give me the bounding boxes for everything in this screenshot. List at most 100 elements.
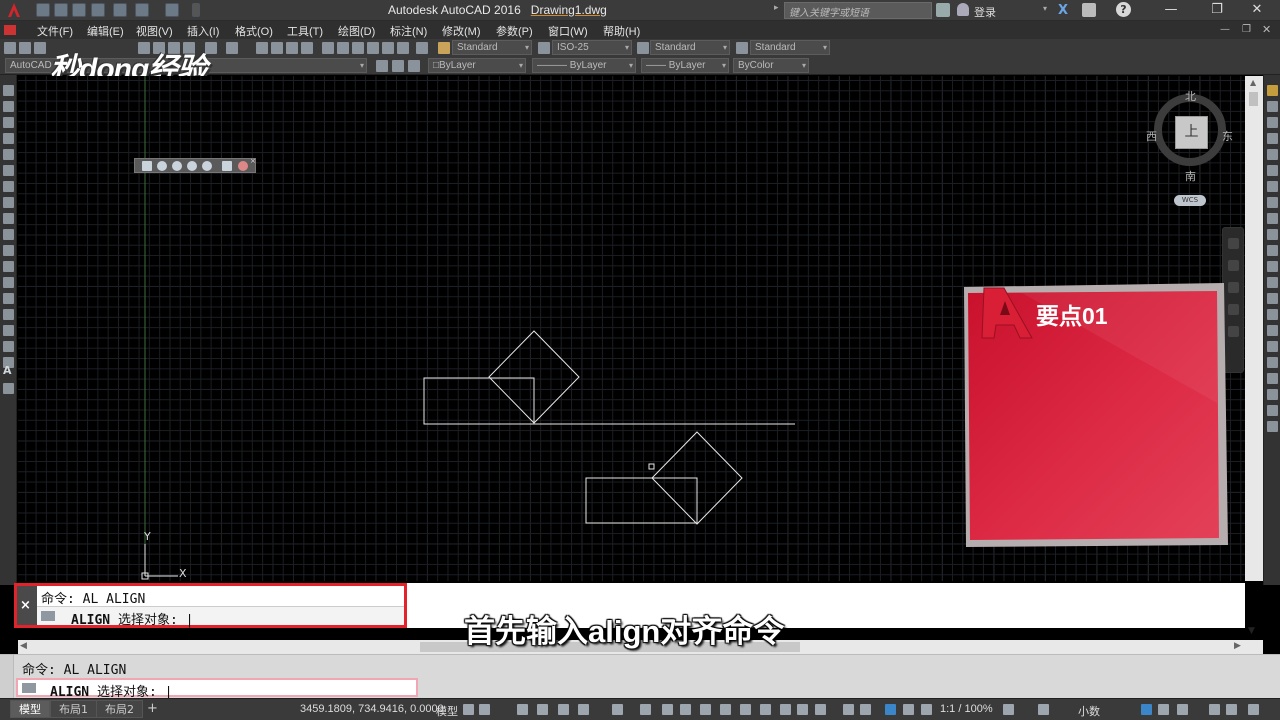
model-space-toggle[interactable]: 模型: [436, 703, 458, 719]
object-snap-icon[interactable]: [640, 704, 651, 715]
hardware-acceleration-icon[interactable]: [1158, 704, 1169, 715]
revision-cloud-icon[interactable]: [3, 197, 14, 208]
scroll-right-arrow-icon[interactable]: ▶: [1234, 641, 1241, 651]
tab-model[interactable]: 模型: [10, 700, 50, 718]
layer-state-icon[interactable]: [408, 60, 420, 72]
new-icon[interactable]: [4, 42, 16, 54]
units-value[interactable]: 小数: [1078, 703, 1100, 719]
selection-filter-icon[interactable]: [760, 704, 771, 715]
menu-window[interactable]: 窗口(W): [548, 23, 588, 39]
search-arrow-icon[interactable]: ▸: [774, 3, 782, 17]
multileader-style-select[interactable]: Standard ▾: [750, 40, 830, 55]
polar-icon[interactable]: [558, 704, 569, 715]
fillet-icon[interactable]: [1267, 325, 1278, 336]
command-input-row[interactable]: ALIGN 选择对象: |: [37, 606, 404, 628]
erase-icon[interactable]: [1267, 85, 1278, 96]
steering-wheel-icon[interactable]: [1228, 238, 1239, 249]
move-icon[interactable]: [1267, 165, 1278, 176]
scroll-down-arrow-icon[interactable]: ▼: [1248, 626, 1255, 636]
close-button[interactable]: ✕: [1234, 0, 1280, 21]
dim-style-icon[interactable]: [538, 42, 550, 54]
design-center-icon[interactable]: [337, 42, 349, 54]
command-customize-icon[interactable]: [22, 683, 36, 693]
orbit-icon[interactable]: [1228, 304, 1239, 315]
command-prompt[interactable]: ALIGN 选择对象: |: [71, 609, 193, 628]
help-icon[interactable]: ?: [1116, 2, 1131, 17]
save-icon[interactable]: [34, 42, 46, 54]
scroll-left-arrow-icon[interactable]: ◀: [20, 641, 27, 651]
doc-restore-button[interactable]: ❐: [1242, 24, 1251, 35]
free-orbit-icon[interactable]: [202, 161, 212, 171]
document-icon[interactable]: [4, 25, 16, 35]
compass-west[interactable]: 西: [1146, 128, 1157, 144]
menu-edit[interactable]: 编辑(E): [87, 23, 124, 39]
undo-icon[interactable]: [205, 42, 217, 54]
multileader-style-icon[interactable]: [736, 42, 748, 54]
menu-help[interactable]: 帮助(H): [603, 23, 640, 39]
edit-spline-icon[interactable]: [1267, 421, 1278, 432]
dim-style-select[interactable]: ISO-25 ▾: [552, 40, 632, 55]
auto-scale-icon[interactable]: [815, 704, 826, 715]
chamfer-icon[interactable]: [1267, 309, 1278, 320]
scroll-up-arrow-icon[interactable]: ▲: [1250, 78, 1256, 87]
3d-osnap-icon[interactable]: [720, 704, 731, 715]
undo-icon[interactable]: [135, 3, 149, 17]
stretch-icon[interactable]: [1267, 213, 1278, 224]
viewcube[interactable]: 北 西 东 南 上 WCS: [1140, 82, 1240, 212]
command-window-grip[interactable]: ×: [17, 586, 37, 625]
linetype-select[interactable]: ——— ByLayer ▾: [532, 58, 636, 73]
isolate-objects-icon[interactable]: [1141, 704, 1152, 715]
menu-format[interactable]: 格式(O): [235, 23, 273, 39]
zoom-extents-icon[interactable]: [1228, 282, 1239, 293]
scale-icon[interactable]: [1267, 197, 1278, 208]
circle-icon[interactable]: [3, 181, 14, 192]
binoculars-icon[interactable]: [936, 3, 950, 17]
units-icon[interactable]: [903, 704, 914, 715]
sphere-icon[interactable]: [157, 161, 167, 171]
table-style-icon[interactable]: [637, 42, 649, 54]
tool-palettes-icon[interactable]: [352, 42, 364, 54]
quick-access-dropdown-icon[interactable]: [192, 3, 200, 17]
menu-file[interactable]: 文件(F): [37, 23, 73, 39]
a360-icon[interactable]: [1082, 3, 1096, 17]
redo-icon[interactable]: [226, 42, 238, 54]
settings-gear-icon[interactable]: [1003, 704, 1014, 715]
ortho-icon[interactable]: [537, 704, 548, 715]
quick-properties-icon[interactable]: [921, 704, 932, 715]
annotation-monitor-icon[interactable]: [885, 704, 896, 715]
redo-icon[interactable]: [165, 3, 179, 17]
close-icon[interactable]: ×: [250, 157, 256, 165]
wcs-menu[interactable]: WCS: [1174, 195, 1206, 206]
clean-screen-icon[interactable]: [1177, 704, 1188, 715]
zoom-realtime-icon[interactable]: [271, 42, 283, 54]
doc-close-button[interactable]: ✕: [1262, 23, 1271, 36]
lineweight-icon[interactable]: [662, 704, 673, 715]
coordinate-readout[interactable]: 3459.1809, 734.9416, 0.0000: [300, 703, 444, 715]
render-icon[interactable]: [238, 161, 248, 171]
text-style-icon[interactable]: [438, 42, 450, 54]
annotation-visibility-icon[interactable]: [797, 704, 808, 715]
login-dropdown-icon[interactable]: ▾: [1043, 4, 1047, 13]
exchange-icon[interactable]: X: [1058, 3, 1072, 18]
save-icon[interactable]: [72, 3, 86, 17]
quickcalc-icon[interactable]: [397, 42, 409, 54]
make-current-layer-icon[interactable]: [392, 60, 404, 72]
make-block-icon[interactable]: [3, 277, 14, 288]
plot-style-select[interactable]: ByColor ▾: [733, 58, 809, 73]
color-select[interactable]: □ByLayer ▾: [428, 58, 526, 73]
save-as-icon[interactable]: [91, 3, 105, 17]
ellipse-icon[interactable]: [3, 229, 14, 240]
fullscreen-icon[interactable]: [1226, 704, 1237, 715]
workspace-switching-icon[interactable]: [860, 704, 871, 715]
customization-icon[interactable]: [1209, 704, 1220, 715]
autocad-logo-icon[interactable]: [0, 0, 30, 21]
menu-tools[interactable]: 工具(T): [287, 23, 323, 39]
selection-cycling-icon[interactable]: [700, 704, 711, 715]
open-icon[interactable]: [19, 42, 31, 54]
viewcube-top-face[interactable]: 上: [1175, 116, 1208, 149]
copy-object-icon[interactable]: [1267, 101, 1278, 112]
properties-icon[interactable]: [322, 42, 334, 54]
gizmo-icon[interactable]: [780, 704, 791, 715]
gradient-icon[interactable]: [3, 325, 14, 336]
pan-icon[interactable]: [1228, 260, 1239, 271]
